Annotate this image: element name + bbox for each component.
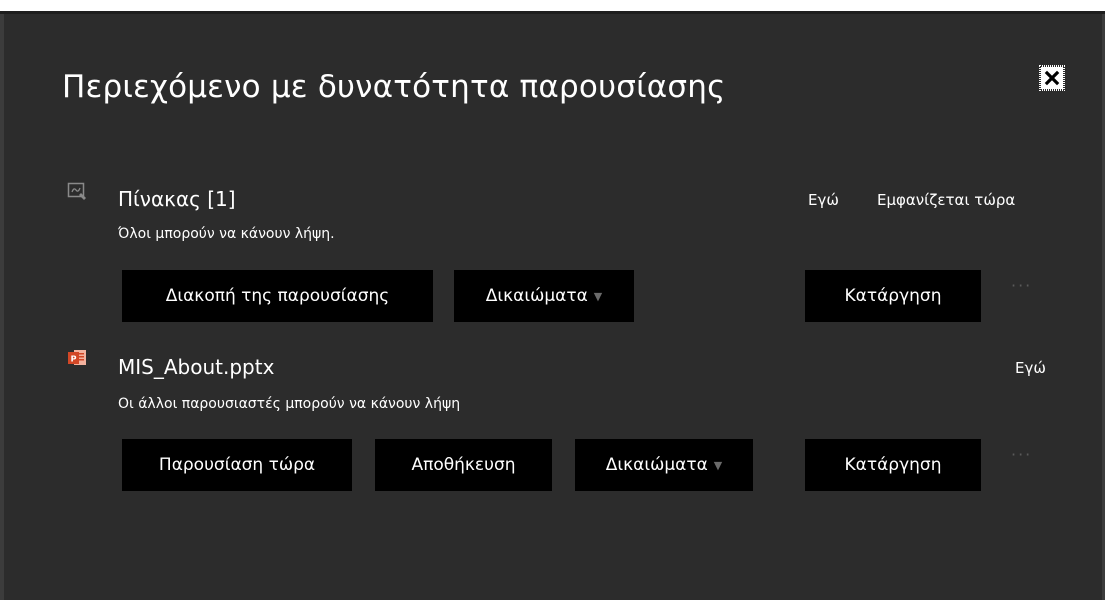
- whiteboard-icon: [67, 182, 86, 200]
- powerpoint-icon: P: [68, 350, 86, 365]
- dialog-left-edge: [0, 14, 4, 600]
- dialog-title: Περιεχόμενο με δυνατότητα παρουσίασης: [62, 69, 726, 105]
- button-label: Αποθήκευση: [411, 455, 516, 475]
- close-button[interactable]: [1039, 65, 1065, 91]
- item-subtitle: Οι άλλοι παρουσιαστές μπορούν να κάνουν …: [118, 396, 461, 412]
- button-label: Δικαιώματα: [485, 286, 588, 306]
- item-name: Πίνακας [1]: [118, 187, 236, 211]
- button-label: Δικαιώματα: [605, 455, 708, 475]
- item-owner: Εγώ: [808, 191, 839, 209]
- present-now-button[interactable]: Παρουσίαση τώρα: [122, 439, 352, 491]
- button-label: Κατάργηση: [844, 455, 942, 475]
- save-button[interactable]: Αποθήκευση: [375, 439, 552, 491]
- permissions-dropdown[interactable]: Δικαιώματα ▼: [454, 270, 634, 322]
- item-status: Εμφανίζεται τώρα: [877, 191, 1016, 209]
- item-subtitle: Όλοι μπορούν να κάνουν λήψη.: [118, 226, 335, 242]
- remove-button[interactable]: Κατάργηση: [805, 439, 981, 491]
- svg-text:P: P: [71, 355, 77, 364]
- chevron-down-icon: ▼: [713, 458, 723, 472]
- more-options-icon[interactable]: ···: [1011, 445, 1032, 464]
- stop-presenting-button[interactable]: Διακοπή της παρουσίασης: [122, 270, 433, 322]
- chevron-down-icon: ▼: [593, 289, 603, 303]
- button-label: Διακοπή της παρουσίασης: [165, 286, 390, 306]
- more-options-icon[interactable]: ···: [1011, 276, 1032, 295]
- close-icon: [1044, 70, 1060, 86]
- item-name: MIS_About.pptx: [118, 355, 275, 379]
- remove-button[interactable]: Κατάργηση: [805, 270, 981, 322]
- button-label: Παρουσίαση τώρα: [158, 455, 316, 475]
- button-label: Κατάργηση: [844, 286, 942, 306]
- item-owner: Εγώ: [1015, 359, 1046, 377]
- permissions-dropdown[interactable]: Δικαιώματα ▼: [575, 439, 753, 491]
- presentable-content-dialog: Περιεχόμενο με δυνατότητα παρουσίασης Πί…: [0, 11, 1105, 600]
